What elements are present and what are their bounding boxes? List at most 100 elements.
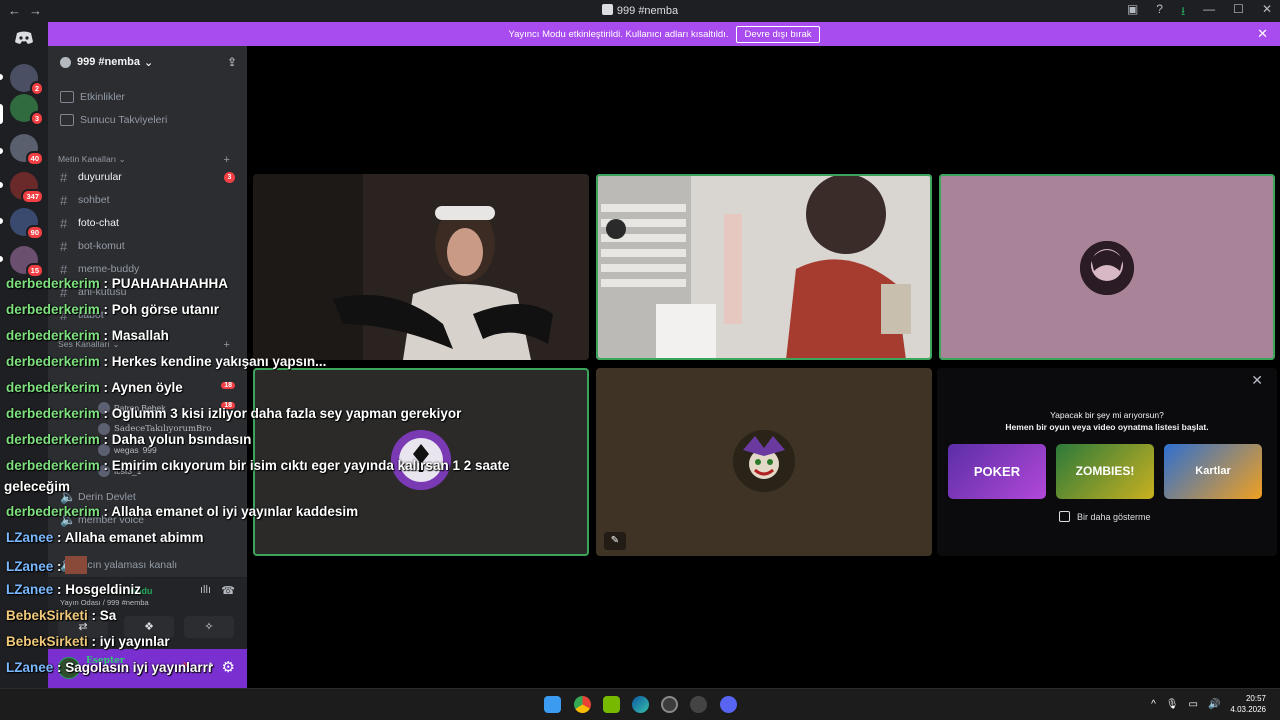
edge-icon[interactable] — [632, 696, 649, 713]
chat-user: LZanee — [6, 660, 54, 675]
video-tile-3[interactable] — [939, 174, 1275, 360]
webcam-feed — [596, 174, 932, 360]
soundboard-button[interactable]: ✧ — [184, 616, 234, 638]
add-channel-icon[interactable]: + — [223, 154, 230, 166]
emote-image — [65, 556, 88, 574]
windows-start-icon[interactable] — [544, 696, 561, 713]
chat-text: : PUAHAHAHAHHA — [99, 276, 229, 291]
game-card-zombies[interactable]: ZOMBIES! — [1056, 444, 1154, 499]
server-name: 999 #nemba — [77, 56, 140, 68]
user-avatar — [1080, 241, 1134, 295]
channel-bot-komut[interactable]: # bot-komut — [56, 235, 239, 257]
chrome-icon[interactable] — [574, 696, 591, 713]
game-title: POKER — [973, 464, 1021, 479]
video-tile-5[interactable]: ✎ — [596, 368, 932, 556]
chat-message: derbederkerim : Poh görse utanır — [6, 302, 219, 317]
chat-user: derbederkerim — [6, 276, 100, 291]
selected-pill — [0, 104, 3, 124]
server-header[interactable]: 999 #nemba ⌄ ⇪ — [48, 46, 247, 78]
close-window-button[interactable]: ✕ — [1262, 2, 1272, 23]
channel-duyurular[interactable]: # duyurular 3 — [56, 166, 239, 188]
display-tray-icon[interactable]: ▭ — [1189, 699, 1198, 710]
video-tile-2[interactable] — [596, 174, 932, 360]
settings-gear-icon[interactable]: ⚙ — [222, 658, 235, 676]
back-icon[interactable]: ← — [8, 3, 21, 18]
volume-tray-icon[interactable]: 🔊 — [1208, 699, 1220, 710]
invite-icon[interactable]: ⇪ — [227, 55, 237, 69]
notice-text: Yayıncı Modu etkinleştirildi. Kullanıcı … — [508, 28, 729, 40]
help-icon[interactable]: ? — [1156, 2, 1163, 23]
boost-icon — [60, 114, 74, 126]
chat-text: : Allaha emanet ol iyi yayınlar kaddesim — [99, 504, 359, 519]
chat-text: : Allaha emanet abimm — [53, 530, 204, 545]
streamer-mode-notice: Yayıncı Modu etkinleştirildi. Kullanıcı … — [48, 22, 1280, 46]
inbox-icon[interactable]: ▣ — [1127, 2, 1138, 23]
channel-foto-chat[interactable]: # foto-chat — [56, 212, 239, 234]
minimize-button[interactable]: — — [1203, 2, 1215, 23]
chat-user: derbederkerim — [6, 380, 100, 395]
chat-user: derbederkerim — [6, 406, 100, 421]
chat-message: derbederkerim : Herkes kendine yakışanı … — [6, 354, 326, 369]
disable-streamer-mode-button[interactable]: Devre dışı bırak — [736, 25, 820, 43]
live-badge: 18 — [221, 382, 235, 389]
dont-show-label: Bir daha gösterme — [1077, 511, 1151, 522]
webcam-feed — [253, 174, 589, 360]
game-title: ZOMBIES! — [1075, 464, 1135, 478]
server-folder-2[interactable]: 3 — [10, 94, 44, 126]
unread-pill — [0, 218, 3, 224]
chrome-profile-icon[interactable] — [661, 696, 678, 713]
mention-badge: 2 — [29, 81, 44, 96]
disconnect-icon[interactable]: ☎ — [221, 584, 235, 597]
chat-message: derbederkerim : PUAHAHAHAHHA — [6, 276, 228, 291]
app-icon[interactable] — [690, 696, 707, 713]
windows-taskbar: ^ 🎙 ▭ 🔊 20:57 4.03.2026 — [0, 688, 1280, 720]
channel-label: racın yalaması kanalı — [78, 559, 178, 571]
chat-message: derbederkerim : Oglumm 3 kisi izliyor da… — [6, 406, 461, 421]
discord-taskbar-icon[interactable] — [720, 696, 737, 713]
download-icon[interactable]: ⭳ — [1181, 2, 1185, 23]
video-tile-1[interactable] — [253, 174, 589, 360]
channel-label: foto-chat — [78, 217, 119, 229]
chat-text: : Poh görse utanır — [99, 302, 220, 317]
nvidia-icon[interactable] — [603, 696, 620, 713]
chat-user: derbederkerim — [6, 302, 100, 317]
calendar-icon — [60, 91, 74, 103]
noise-suppression-icon[interactable]: ıllı — [200, 584, 211, 596]
server-badge-icon — [60, 56, 71, 68]
mic-muted-icon: ✎ — [604, 532, 626, 550]
server-folder-6[interactable]: 15 — [10, 246, 44, 278]
boosts-item[interactable]: Sunucu Takviyeleri — [56, 109, 239, 131]
chat-message: BebekSirketi : Sa — [6, 608, 116, 623]
forward-icon[interactable]: → — [29, 3, 42, 18]
tray-chevron-icon[interactable]: ^ — [1151, 699, 1156, 710]
server-folder-3[interactable]: 40 — [10, 134, 44, 166]
game-card-karts[interactable]: Kartlar — [1164, 444, 1262, 499]
discord-home-icon[interactable] — [12, 30, 36, 48]
close-activity-icon[interactable]: ✕ — [1251, 372, 1263, 389]
server-icon-4[interactable]: 347 — [10, 172, 44, 204]
mic-tray-icon[interactable]: 🎙 — [1166, 699, 1179, 710]
chat-text: geleceğim — [4, 479, 71, 494]
chat-message: LZanee : Allaha emanet abimm — [6, 530, 204, 545]
chat-message: derbederkerim : Aynen öyle — [6, 380, 183, 395]
channel-sohbet[interactable]: # sohbet — [56, 189, 239, 211]
voice-channel-path[interactable]: Yayın Odası / 999 #nemba — [60, 598, 149, 607]
chat-text: : Aynen öyle — [99, 380, 183, 395]
channel-label: Derin Devlet — [78, 491, 136, 503]
add-channel-icon[interactable]: + — [223, 339, 230, 351]
server-folder-5[interactable]: 90 — [10, 208, 44, 240]
events-item[interactable]: Etkinlikler — [56, 86, 239, 108]
game-card-poker[interactable]: POKER — [948, 444, 1046, 499]
checkbox-icon — [1059, 511, 1070, 522]
maximize-button[interactable]: ☐ — [1233, 2, 1244, 23]
chat-user: derbederkerim — [6, 328, 100, 343]
activity-question: Yapacak bir şey mi arıyorsun? — [1050, 410, 1164, 420]
clock[interactable]: 20:57 4.03.2026 — [1230, 693, 1266, 715]
text-channels-category[interactable]: Metin Kanalları ⌄ + — [58, 154, 238, 166]
dont-show-again-checkbox[interactable]: Bir daha gösterme — [1059, 511, 1151, 522]
chat-message: LZanee : — [6, 556, 88, 574]
close-notice-icon[interactable]: ✕ — [1257, 26, 1268, 42]
mention-badge: 347 — [21, 189, 44, 204]
chat-user: LZanee — [6, 559, 54, 574]
server-icon-1[interactable]: 2 — [10, 64, 44, 96]
